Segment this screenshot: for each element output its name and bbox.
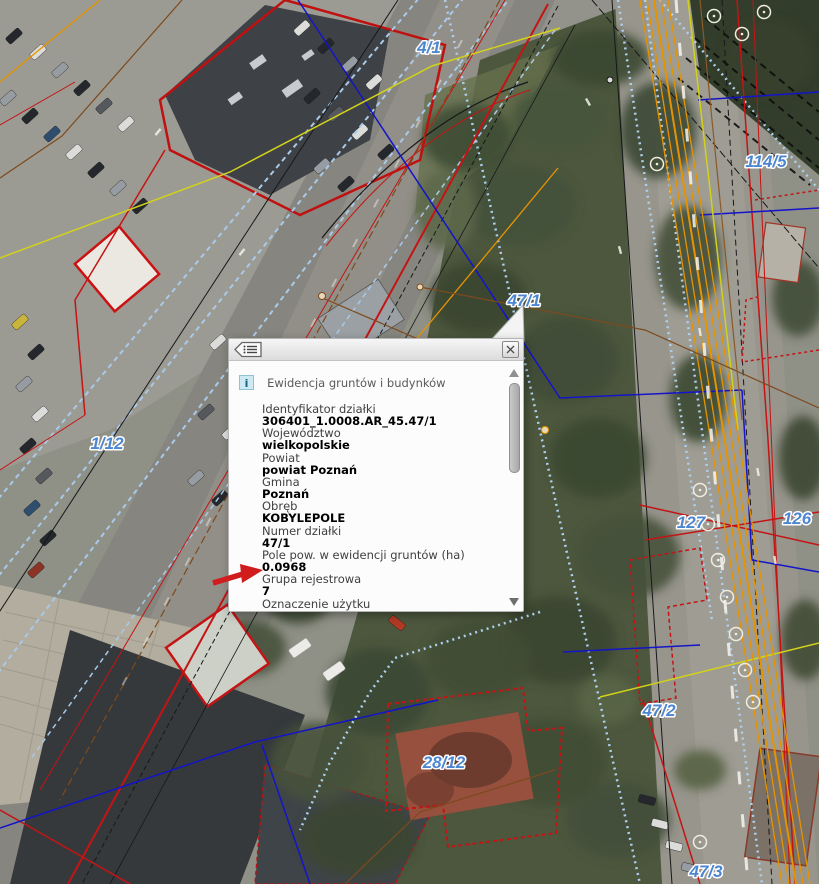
popup-body: i Ewidencja gruntów i budynków Identyfik… (229, 361, 507, 611)
info-icon: i (239, 375, 254, 390)
popup-title: Ewidencja gruntów i budynków (267, 376, 446, 390)
field-label: Powiat (262, 452, 505, 464)
field-label: Oznaczenie użytku (262, 598, 505, 610)
field-label: Numer działki (262, 525, 505, 537)
attribute-list: Identyfikator działki306401_1.0008.AR_45… (262, 403, 505, 610)
map-viewport: 4/1 47/1 114/5 1/12 127 126 47/2 28/12 47/3 (0, 0, 819, 884)
parcel-label: 126 (783, 509, 812, 528)
list-icon (233, 341, 263, 358)
parcel-label: 1/12 (90, 434, 124, 453)
parcel-label: 47/1 (506, 291, 540, 310)
field-value: 7 (262, 585, 505, 597)
field-label: Grupa rejestrowa (262, 573, 505, 585)
scroll-down-icon[interactable] (509, 598, 519, 606)
results-list-button[interactable] (233, 341, 263, 358)
info-popup: i Ewidencja gruntów i budynków Identyfik… (228, 338, 524, 612)
parcel-label: 127 (677, 513, 707, 532)
close-button[interactable] (502, 341, 519, 358)
scroll-thumb[interactable] (509, 383, 520, 473)
scroll-up-icon[interactable] (509, 369, 519, 377)
popup-header (229, 339, 523, 361)
parcel-label: 4/1 (416, 38, 441, 57)
parcel-label: 47/2 (641, 701, 676, 720)
field-value: wielkopolskie (262, 439, 505, 451)
field-value: Poznań (262, 488, 505, 500)
parcel-label: 28/12 (422, 753, 466, 772)
parcel-label: 114/5 (745, 152, 787, 171)
popup-scrollbar[interactable] (508, 366, 521, 609)
close-icon (503, 342, 518, 357)
parcel-label: 47/3 (688, 862, 723, 881)
field-value: KOBYLEPOLE (262, 512, 505, 524)
